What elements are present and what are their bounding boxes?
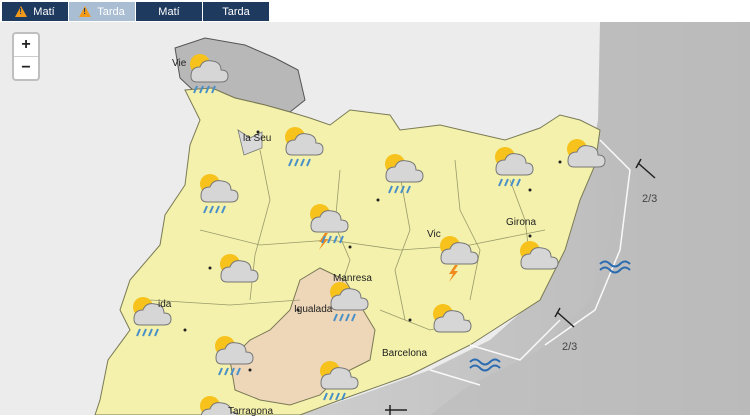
tab-today-morning[interactable]: Matí bbox=[2, 2, 69, 21]
tab-tomorrow-morning[interactable]: Matí bbox=[136, 2, 203, 21]
place-label-vic: Vic bbox=[427, 229, 441, 240]
weather-map[interactable] bbox=[0, 22, 750, 415]
zoom-in-button[interactable]: + bbox=[14, 34, 38, 56]
place-label-la-seu: la Seu bbox=[243, 133, 272, 144]
tab-today-afternoon[interactable]: Tarda bbox=[69, 2, 136, 21]
period-tabs: Matí Tarda Matí Tarda bbox=[2, 2, 270, 21]
place-label-barcelona: Barcelona bbox=[382, 348, 428, 359]
place-label-girona: Girona bbox=[506, 217, 537, 228]
warning-icon bbox=[79, 6, 92, 17]
place-label-manresa: Manresa bbox=[333, 273, 372, 284]
place-label-tarragona: Tarragona bbox=[228, 406, 274, 417]
place-label-igualada: Igualada bbox=[294, 304, 333, 315]
map-canvas bbox=[0, 22, 750, 415]
sea-state-label: 2/3 bbox=[642, 193, 658, 205]
zoom-control: + − bbox=[12, 32, 40, 81]
tab-tomorrow-afternoon[interactable]: Tarda bbox=[203, 2, 270, 21]
warning-icon bbox=[15, 6, 28, 17]
zoom-out-button[interactable]: − bbox=[14, 56, 38, 79]
place-label-vielha: Vie bbox=[172, 58, 187, 69]
place-label-lleida: ida bbox=[158, 299, 172, 310]
sea-state-label: 2/3 bbox=[562, 341, 578, 353]
